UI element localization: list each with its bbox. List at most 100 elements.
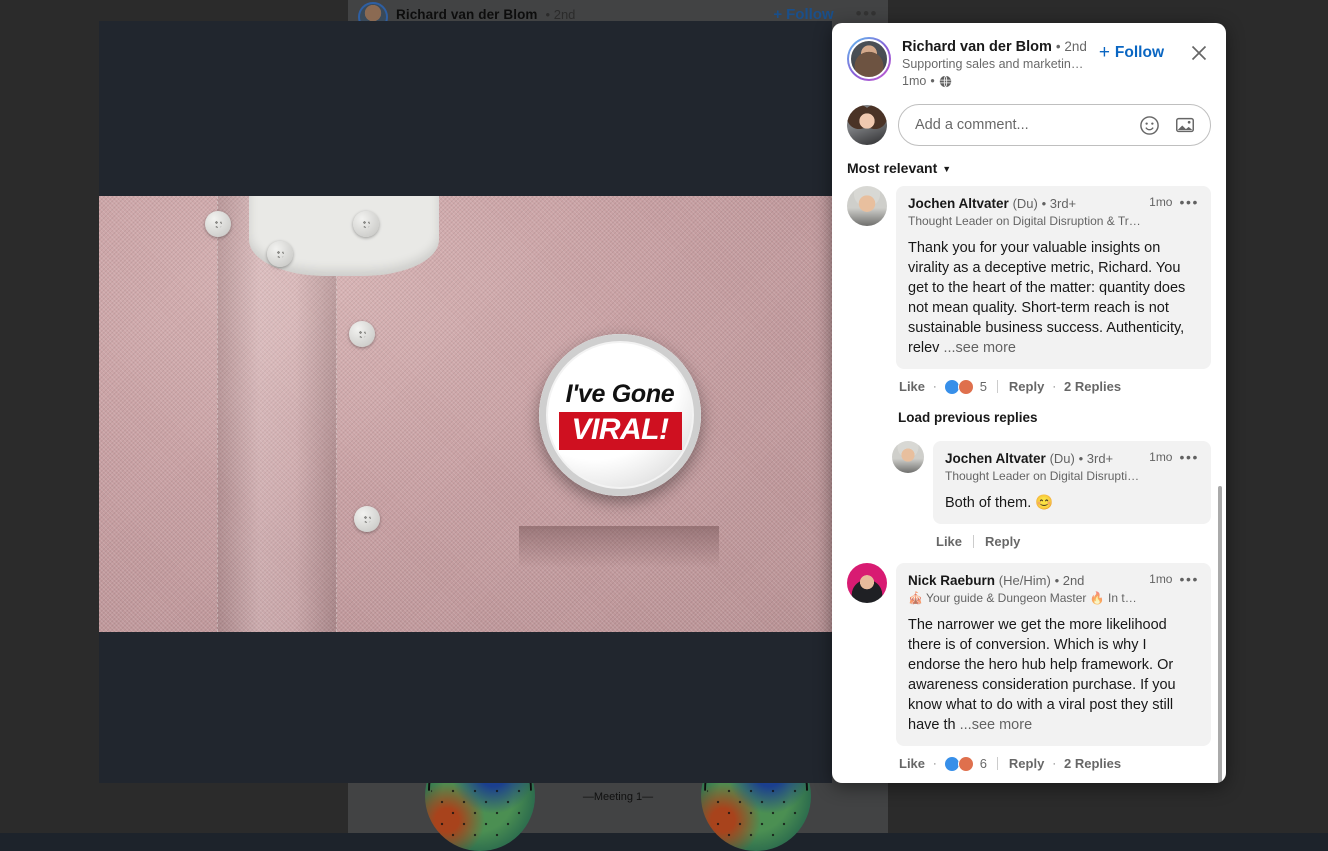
sort-row: Most relevant ▼ bbox=[832, 158, 1226, 186]
comment-bubble: Nick Raeburn (He/Him) • 2nd 🎪 Your guide… bbox=[896, 563, 1211, 746]
meta-separator: • bbox=[930, 73, 934, 90]
add-image-button[interactable] bbox=[1170, 110, 1200, 140]
commenter-headline: Thought Leader on Digital Disruption & T… bbox=[908, 213, 1141, 229]
commenter-name[interactable]: Nick Raeburn bbox=[908, 573, 995, 588]
follow-label: Follow bbox=[1115, 44, 1164, 62]
reply-more-icon[interactable]: ••• bbox=[1179, 452, 1199, 462]
sort-dropdown[interactable]: Most relevant ▼ bbox=[847, 158, 951, 178]
comment-body: Jochen Altvater (Du) • 3rd+ Thought Lead… bbox=[896, 186, 1211, 439]
reply-reply-button[interactable]: Reply bbox=[984, 532, 1021, 551]
commenter-info: Nick Raeburn (He/Him) • 2nd 🎪 Your guide… bbox=[908, 572, 1141, 606]
author-avatar[interactable] bbox=[847, 37, 891, 81]
reaction-count: 6 bbox=[980, 756, 987, 771]
commenter-name-line: Jochen Altvater (Du) • 3rd+ bbox=[908, 195, 1141, 213]
reply-text: Both of them. 😊 bbox=[945, 493, 1199, 513]
commenter-name-line: Nick Raeburn (He/Him) • 2nd bbox=[908, 572, 1141, 590]
reaction-summary[interactable]: 5 bbox=[944, 379, 987, 395]
reply-button[interactable]: Reply bbox=[1008, 377, 1045, 396]
author-name-line: Richard van der Blom • 2nd bbox=[902, 38, 1088, 56]
emoji-button[interactable] bbox=[1134, 110, 1164, 140]
background-topo-images: —Meeting 1— bbox=[348, 786, 888, 833]
commenter-pronouns: (Du) bbox=[1013, 196, 1038, 211]
comment-text-content: The narrower we get the more likelihood … bbox=[908, 617, 1176, 733]
shirt-button bbox=[267, 241, 293, 267]
commenter-info: Jochen Altvater (Du) • 3rd+ Thought Lead… bbox=[908, 195, 1141, 229]
current-user-avatar[interactable] bbox=[847, 105, 887, 145]
reply-author-name[interactable]: Jochen Altvater bbox=[945, 451, 1046, 466]
author-degree: • 2nd bbox=[1056, 39, 1087, 54]
reply-author-degree: • 3rd+ bbox=[1079, 451, 1114, 466]
reply-author-name-line: Jochen Altvater (Du) • 3rd+ bbox=[945, 450, 1141, 468]
post-detail-modal: Richard van der Blom • 2nd Supporting sa… bbox=[832, 23, 1226, 783]
reaction-summary[interactable]: 6 bbox=[944, 756, 987, 772]
reply-time: 1mo bbox=[1149, 450, 1172, 464]
commenter-name[interactable]: Jochen Altvater bbox=[908, 196, 1009, 211]
comment-item: Jochen Altvater (Du) • 3rd+ Thought Lead… bbox=[847, 186, 1211, 439]
comments-scroll-area[interactable]: Jochen Altvater (Du) • 3rd+ Thought Lead… bbox=[832, 186, 1226, 783]
close-button[interactable] bbox=[1185, 39, 1213, 67]
reply-author-headline: Thought Leader on Digital Disruptio... bbox=[945, 468, 1141, 484]
author-name[interactable]: Richard van der Blom bbox=[902, 39, 1052, 55]
post-image: I've Gone VIRAL! bbox=[99, 196, 832, 632]
shirt-button bbox=[349, 321, 375, 347]
author-info: Richard van der Blom • 2nd Supporting sa… bbox=[902, 37, 1088, 90]
comment-time: 1mo bbox=[1149, 572, 1172, 586]
meeting-label: —Meeting 1— bbox=[583, 791, 653, 803]
shirt-button bbox=[354, 506, 380, 532]
comment-header: Nick Raeburn (He/Him) • 2nd 🎪 Your guide… bbox=[908, 572, 1199, 606]
globe-icon bbox=[939, 75, 952, 88]
comment-header: Jochen Altvater (Du) • 3rd+ Thought Lead… bbox=[908, 195, 1199, 229]
action-divider bbox=[973, 535, 974, 548]
replies-count-button[interactable]: 2 Replies bbox=[1063, 754, 1122, 773]
reply-bubble: Jochen Altvater (Du) • 3rd+ Thought Lead… bbox=[933, 441, 1211, 524]
comments-scrollbar[interactable] bbox=[1218, 486, 1222, 783]
background-author-name: Richard van der Blom bbox=[396, 7, 538, 22]
reply-meta: 1mo ••• bbox=[1141, 450, 1199, 464]
image-icon bbox=[1174, 114, 1196, 136]
comment-meta: 1mo ••• bbox=[1141, 195, 1199, 209]
fabric-texture bbox=[99, 196, 832, 632]
add-comment-row: Add a comment... bbox=[832, 100, 1226, 158]
comment-more-icon[interactable]: ••• bbox=[1179, 574, 1199, 584]
modal-header: Richard van der Blom • 2nd Supporting sa… bbox=[832, 23, 1226, 100]
commenter-avatar[interactable] bbox=[847, 186, 887, 226]
reply-actions: Like Reply bbox=[933, 524, 1211, 561]
comment-meta: 1mo ••• bbox=[1141, 572, 1199, 586]
comment-bubble: Jochen Altvater (Du) • 3rd+ Thought Lead… bbox=[896, 186, 1211, 369]
commenter-avatar[interactable] bbox=[847, 563, 887, 603]
post-meta: 1mo • bbox=[902, 73, 1088, 90]
like-button[interactable]: Like bbox=[898, 377, 926, 396]
badge-bottom-text: VIRAL! bbox=[559, 412, 682, 450]
reply-author-avatar[interactable] bbox=[892, 441, 924, 473]
post-media-panel[interactable]: I've Gone VIRAL! bbox=[99, 21, 832, 783]
background-follow-label: Follow bbox=[786, 6, 834, 23]
reaction-count: 5 bbox=[980, 379, 987, 394]
load-previous-replies-button[interactable]: Load previous replies bbox=[896, 406, 1040, 439]
reply-like-button[interactable]: Like bbox=[935, 532, 963, 551]
see-more-link[interactable]: ...see more bbox=[960, 717, 1033, 733]
reply-author-info: Jochen Altvater (Du) • 3rd+ Thought Lead… bbox=[945, 450, 1141, 484]
action-divider bbox=[997, 380, 998, 393]
see-more-link[interactable]: ...see more bbox=[943, 340, 1016, 356]
like-button[interactable]: Like bbox=[898, 754, 926, 773]
badge-top-text: I've Gone bbox=[566, 380, 675, 409]
close-icon bbox=[1189, 43, 1209, 63]
follow-button[interactable]: + Follow bbox=[1099, 37, 1166, 62]
replies-count-button[interactable]: 2 Replies bbox=[1063, 377, 1122, 396]
comment-more-icon[interactable]: ••• bbox=[1179, 197, 1199, 207]
comment-input[interactable]: Add a comment... bbox=[915, 117, 1128, 133]
comment-item: Nick Raeburn (He/Him) • 2nd 🎪 Your guide… bbox=[847, 563, 1211, 783]
comment-text: Thank you for your valuable insights on … bbox=[908, 238, 1199, 358]
comment-reply-item: Jochen Altvater (Du) • 3rd+ Thought Lead… bbox=[892, 441, 1211, 561]
shirt-button bbox=[205, 211, 231, 237]
comment-input-box[interactable]: Add a comment... bbox=[898, 104, 1211, 146]
chevron-down-icon: ▼ bbox=[942, 164, 951, 174]
background-more-icon[interactable]: ••• bbox=[856, 4, 878, 24]
background-follow-button[interactable]: + Follow bbox=[773, 6, 833, 23]
heart-icon bbox=[958, 756, 974, 772]
reply-button[interactable]: Reply bbox=[1008, 754, 1045, 773]
comment-actions: Like · 5 Reply · 2 Replies bbox=[896, 369, 1211, 406]
commenter-pronouns: (He/Him) bbox=[999, 573, 1051, 588]
comment-text-content: Thank you for your valuable insights on … bbox=[908, 240, 1185, 356]
action-separator: · bbox=[933, 758, 937, 770]
